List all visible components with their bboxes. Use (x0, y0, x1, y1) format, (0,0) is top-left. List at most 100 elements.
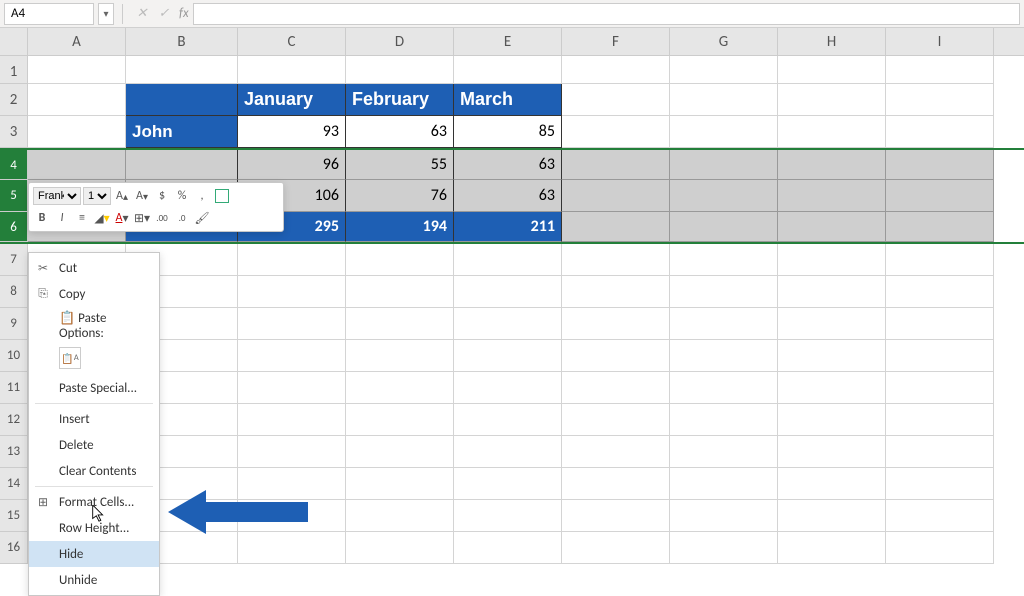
cell-D8[interactable] (346, 276, 454, 308)
cell-D3[interactable]: 63 (346, 116, 454, 148)
row-header-6[interactable]: 6 (0, 212, 28, 242)
cell-F2[interactable] (562, 84, 670, 116)
cell-H1[interactable] (778, 56, 886, 84)
cell-G7[interactable] (670, 244, 778, 276)
cell-G16[interactable] (670, 532, 778, 564)
col-header-D[interactable]: D (346, 28, 454, 55)
cell-F3[interactable] (562, 116, 670, 148)
cell-C8[interactable] (238, 276, 346, 308)
col-header-I[interactable]: I (886, 28, 994, 55)
cell-I6[interactable] (886, 212, 994, 242)
increase-font-icon[interactable]: A▴ (113, 187, 131, 205)
cell-E11[interactable] (454, 372, 562, 404)
cell-F11[interactable] (562, 372, 670, 404)
col-header-H[interactable]: H (778, 28, 886, 55)
col-header-C[interactable]: C (238, 28, 346, 55)
cell-E13[interactable] (454, 436, 562, 468)
cell-I13[interactable] (886, 436, 994, 468)
cell-C1[interactable] (238, 56, 346, 84)
cell-H6[interactable] (778, 212, 886, 242)
cell-E2[interactable]: March (454, 84, 562, 116)
cell-A4[interactable] (28, 150, 126, 180)
formula-input[interactable] (193, 3, 1020, 25)
cell-C11[interactable] (238, 372, 346, 404)
row-header-7[interactable]: 7 (0, 244, 28, 276)
cell-D4[interactable]: 55 (346, 150, 454, 180)
col-header-F[interactable]: F (562, 28, 670, 55)
cell-B3[interactable]: John (126, 116, 238, 148)
font-size-select[interactable]: 10 (83, 187, 111, 205)
cell-G4[interactable] (670, 150, 778, 180)
cell-G1[interactable] (670, 56, 778, 84)
cell-C10[interactable] (238, 340, 346, 372)
percent-icon[interactable]: % (173, 187, 191, 205)
cell-I1[interactable] (886, 56, 994, 84)
cell-B1[interactable] (126, 56, 238, 84)
cell-I16[interactable] (886, 532, 994, 564)
cell-C4[interactable]: 96 (238, 150, 346, 180)
row-header-4[interactable]: 4 (0, 150, 28, 180)
cell-I3[interactable] (886, 116, 994, 148)
context-delete[interactable]: Delete (29, 432, 159, 458)
cell-D9[interactable] (346, 308, 454, 340)
format-icon[interactable] (213, 187, 231, 205)
cell-D14[interactable] (346, 468, 454, 500)
cell-D16[interactable] (346, 532, 454, 564)
cell-C9[interactable] (238, 308, 346, 340)
cell-E4[interactable]: 63 (454, 150, 562, 180)
cell-H16[interactable] (778, 532, 886, 564)
cell-E14[interactable] (454, 468, 562, 500)
cell-E6[interactable]: 211 (454, 212, 562, 242)
cell-E12[interactable] (454, 404, 562, 436)
cell-H3[interactable] (778, 116, 886, 148)
italic-icon[interactable]: I (53, 209, 71, 227)
fx-icon[interactable]: fx (179, 6, 189, 21)
cell-G2[interactable] (670, 84, 778, 116)
decrease-decimal-icon[interactable]: .0 (173, 209, 191, 227)
cell-F6[interactable] (562, 212, 670, 242)
cell-H9[interactable] (778, 308, 886, 340)
context-paste-special[interactable]: Paste Special... (29, 375, 159, 401)
cell-G3[interactable] (670, 116, 778, 148)
bold-icon[interactable]: B (33, 209, 51, 227)
cell-D13[interactable] (346, 436, 454, 468)
cell-B2[interactable] (126, 84, 238, 116)
cell-F12[interactable] (562, 404, 670, 436)
row-header-16[interactable]: 16 (0, 532, 28, 564)
cell-D2[interactable]: February (346, 84, 454, 116)
cell-E16[interactable] (454, 532, 562, 564)
row-header-9[interactable]: 9 (0, 308, 28, 340)
row-header-10[interactable]: 10 (0, 340, 28, 372)
cell-I9[interactable] (886, 308, 994, 340)
col-header-B[interactable]: B (126, 28, 238, 55)
format-painter-icon[interactable]: 🖌 (193, 209, 211, 227)
context-copy[interactable]: ⎘ Copy (29, 281, 159, 307)
cell-I15[interactable] (886, 500, 994, 532)
cell-E10[interactable] (454, 340, 562, 372)
cell-C2[interactable]: January (238, 84, 346, 116)
cell-C3[interactable]: 93 (238, 116, 346, 148)
context-cut[interactable]: ✂ Cut (29, 255, 159, 281)
cell-G9[interactable] (670, 308, 778, 340)
dollar-icon[interactable]: $ (153, 187, 171, 205)
cell-F10[interactable] (562, 340, 670, 372)
select-all-corner[interactable] (0, 28, 28, 55)
cell-G13[interactable] (670, 436, 778, 468)
cell-D1[interactable] (346, 56, 454, 84)
context-clear-contents[interactable]: Clear Contents (29, 458, 159, 484)
row-header-2[interactable]: 2 (0, 84, 28, 116)
context-insert[interactable]: Insert (29, 406, 159, 432)
cell-H7[interactable] (778, 244, 886, 276)
cell-I10[interactable] (886, 340, 994, 372)
cell-A1[interactable] (28, 56, 126, 84)
cell-G8[interactable] (670, 276, 778, 308)
cell-E3[interactable]: 85 (454, 116, 562, 148)
col-header-A[interactable]: A (28, 28, 126, 55)
cell-C7[interactable] (238, 244, 346, 276)
cell-G11[interactable] (670, 372, 778, 404)
cell-G15[interactable] (670, 500, 778, 532)
cell-I2[interactable] (886, 84, 994, 116)
cell-I11[interactable] (886, 372, 994, 404)
context-hide[interactable]: Hide (29, 541, 159, 567)
cell-F7[interactable] (562, 244, 670, 276)
